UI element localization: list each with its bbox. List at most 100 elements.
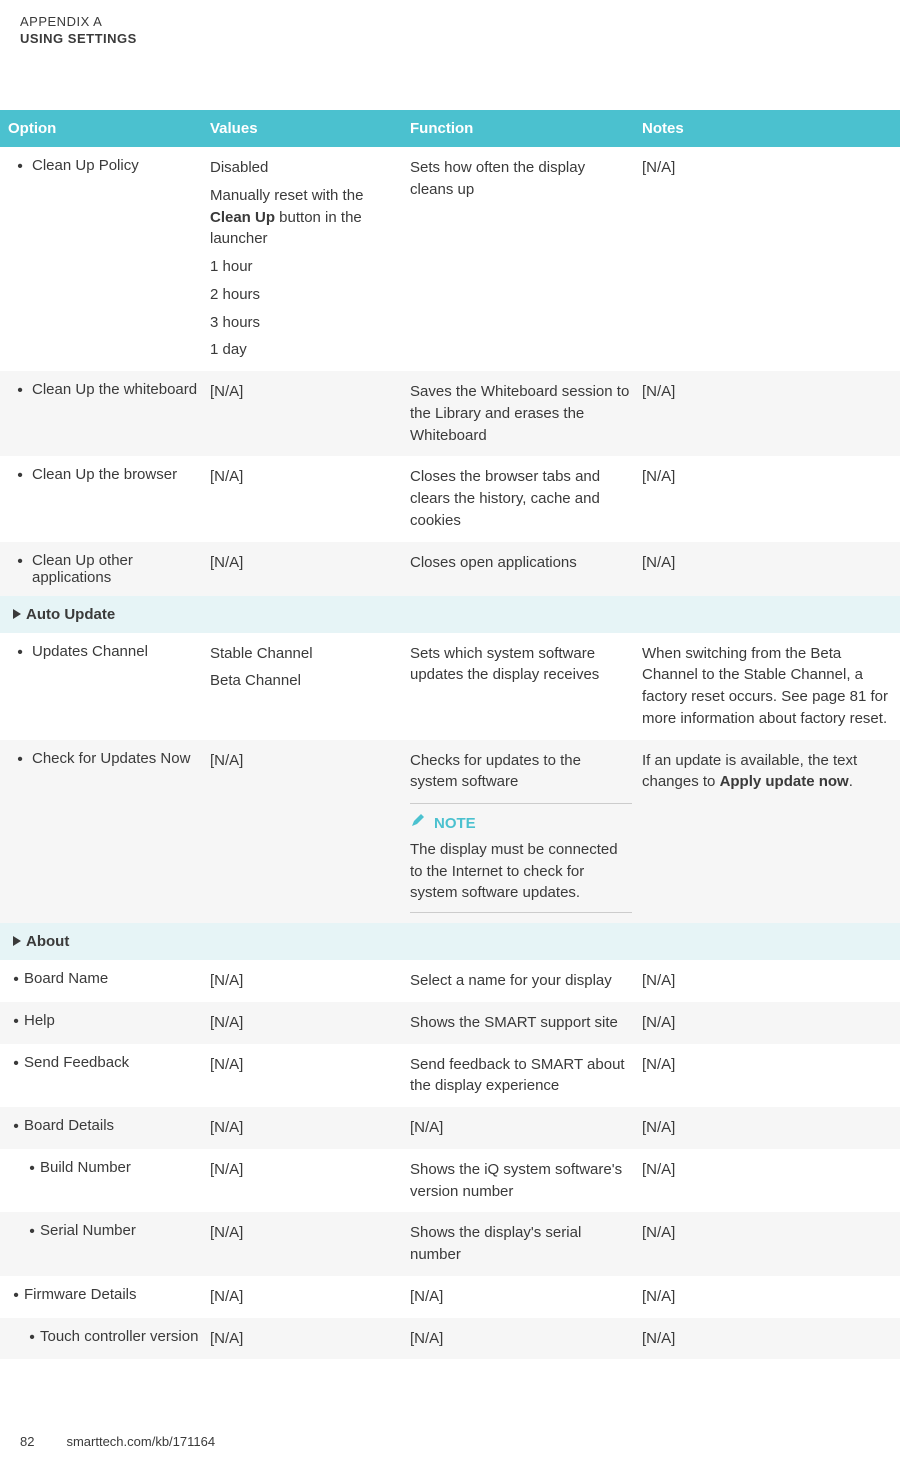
appendix-label: APPENDIX A [20,14,880,29]
table-row: Check for Updates Now [N/A] Checks for u… [0,740,900,924]
option-label: Clean Up the whiteboard [32,381,200,398]
bullet-icon [8,1054,24,1074]
page-footer: 82 smarttech.com/kb/171164 [20,1434,215,1449]
table-row: Board Details [N/A] [N/A] [N/A] [0,1107,900,1149]
function-cell: Shows the SMART support site [410,1012,642,1034]
function-cell: Closes the browser tabs and clears the h… [410,466,642,531]
notes-cell: [N/A] [642,1012,900,1034]
value-item: 2 hours [210,284,400,306]
bullet-icon [8,643,32,663]
table-row: Clean Up the whiteboard [N/A] Saves the … [0,371,900,456]
value-item: Stable Channel [210,643,400,665]
option-label: Board Details [24,1117,200,1134]
notes-cell: [N/A] [642,1117,900,1139]
table-row: Touch controller version [N/A] [N/A] [N/… [0,1318,900,1360]
option-cell: Help [0,1012,210,1034]
note-label: NOTE [434,813,476,835]
section-label: Auto Update [26,606,200,623]
value-item: Disabled [210,157,400,179]
option-label: Clean Up Policy [32,157,200,174]
table-row: Board Name [N/A] Select a name for your … [0,960,900,1002]
option-cell: Board Details [0,1117,210,1139]
bullet-icon [8,466,32,486]
bullet-icon [8,1117,24,1137]
function-cell: Select a name for your display [410,970,642,992]
header-function: Function [410,120,642,137]
function-cell: [N/A] [410,1286,642,1308]
caret-right-icon [8,933,26,946]
note-header: NOTE [410,812,632,835]
table-row: Firmware Details [N/A] [N/A] [N/A] [0,1276,900,1318]
value-item: Manually reset with the Clean Up button … [210,185,400,250]
value-item: 3 hours [210,312,400,334]
pencil-icon [410,812,426,835]
option-cell: Board Name [0,970,210,992]
header-option: Option [0,120,210,137]
option-cell: Touch controller version [0,1328,210,1350]
note-text: The display must be connected to the Int… [410,839,632,904]
option-cell: Serial Number [0,1222,210,1266]
notes-cell: [N/A] [642,1054,900,1098]
notes-cell: [N/A] [642,381,900,446]
option-cell: Clean Up Policy [0,157,210,361]
values-cell: [N/A] [210,1286,410,1308]
table-row: Updates Channel Stable Channel Beta Chan… [0,633,900,740]
option-label: Board Name [24,970,200,987]
note-box: NOTE The display must be connected to th… [410,803,632,913]
notes-cell: When switching from the Beta Channel to … [642,643,900,730]
values-cell: [N/A] [210,552,410,586]
bullet-icon [8,552,32,572]
option-label: Firmware Details [24,1286,200,1303]
notes-cell: [N/A] [642,466,900,531]
function-cell: Saves the Whiteboard session to the Libr… [410,381,642,446]
table-row: Send Feedback [N/A] Send feedback to SMA… [0,1044,900,1108]
values-cell: [N/A] [210,466,410,531]
values-cell: [N/A] [210,1159,410,1203]
function-cell: Checks for updates to the system softwar… [410,750,642,914]
table-row: Clean Up the browser [N/A] Closes the br… [0,456,900,541]
values-cell: [N/A] [210,1012,410,1034]
option-cell: Updates Channel [0,643,210,730]
values-cell: Disabled Manually reset with the Clean U… [210,157,410,361]
values-cell: [N/A] [210,1222,410,1266]
values-cell: [N/A] [210,1054,410,1098]
function-cell: Closes open applications [410,552,642,586]
notes-cell: [N/A] [642,1159,900,1203]
caret-right-icon [8,606,26,619]
option-cell: Firmware Details [0,1286,210,1308]
bullet-icon [24,1328,40,1348]
function-cell: Shows the display's serial number [410,1222,642,1266]
table-row: Clean Up other applications [N/A] Closes… [0,542,900,596]
option-label: Clean Up the browser [32,466,200,483]
value-item: 1 day [210,339,400,361]
page-number: 82 [20,1434,34,1449]
notes-cell: [N/A] [642,157,900,361]
values-cell: [N/A] [210,1117,410,1139]
bullet-icon [8,750,32,770]
option-cell: Clean Up other applications [0,552,210,586]
notes-cell: [N/A] [642,1222,900,1266]
section-header-auto-update: Auto Update [0,596,900,633]
option-cell: Send Feedback [0,1054,210,1098]
option-label: Serial Number [40,1222,200,1239]
option-label: Clean Up other applications [32,552,200,586]
option-cell: Check for Updates Now [0,750,210,914]
table-row: Serial Number [N/A] Shows the display's … [0,1212,900,1276]
values-cell: [N/A] [210,1328,410,1350]
table-row: Help [N/A] Shows the SMART support site … [0,1002,900,1044]
footer-url: smarttech.com/kb/171164 [66,1434,215,1449]
bullet-icon [8,1012,24,1032]
option-label: Help [24,1012,200,1029]
bullet-icon [8,381,32,401]
notes-cell: [N/A] [642,1328,900,1350]
function-cell: [N/A] [410,1117,642,1139]
option-label: Updates Channel [32,643,200,660]
option-cell: Clean Up the whiteboard [0,381,210,446]
values-cell: [N/A] [210,381,410,446]
page-header: APPENDIX A USING SETTINGS [0,0,900,46]
bullet-icon [24,1222,40,1242]
notes-cell: [N/A] [642,970,900,992]
table-header-row: Option Values Function Notes [0,110,900,147]
notes-cell: [N/A] [642,1286,900,1308]
table-row: Build Number [N/A] Shows the iQ system s… [0,1149,900,1213]
